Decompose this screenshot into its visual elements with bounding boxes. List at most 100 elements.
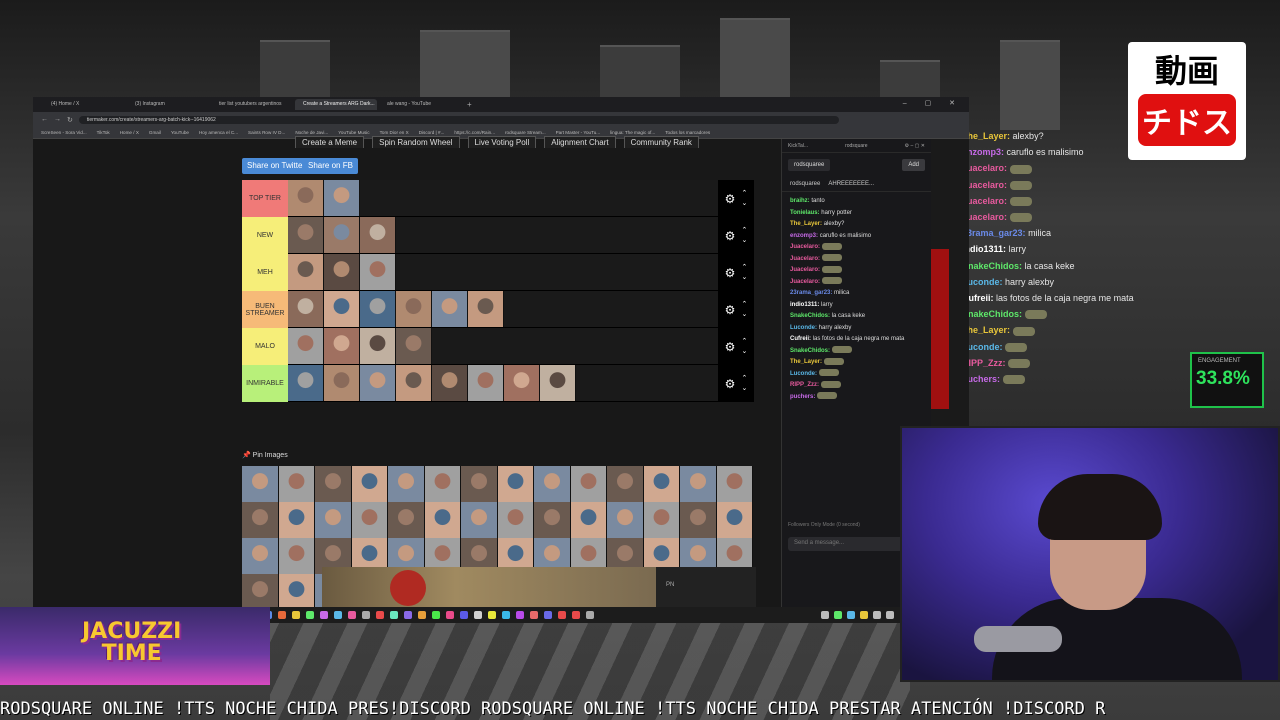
streamer-avatar[interactable] <box>424 466 461 502</box>
streamer-avatar[interactable] <box>324 254 360 290</box>
streamer-avatar[interactable] <box>388 502 425 538</box>
taskbar-app-icon[interactable] <box>404 611 412 619</box>
chevron-up-icon[interactable]: ⌃ <box>741 374 747 384</box>
taskbar-app-icon[interactable] <box>418 611 426 619</box>
streamer-avatar[interactable] <box>324 180 360 216</box>
streamer-avatar[interactable] <box>324 328 360 364</box>
chat-username[interactable]: braihz: <box>790 198 810 204</box>
chat-username[interactable]: 23rama_gar23: <box>962 228 1026 238</box>
kick-channel-tab[interactable]: rodsquaree <box>788 159 831 171</box>
taskbar-app-icon[interactable] <box>530 611 538 619</box>
gear-icon[interactable]: ⚙ <box>725 340 736 354</box>
streamer-avatar[interactable] <box>360 217 396 253</box>
chevron-down-icon[interactable]: ⌄ <box>741 199 747 209</box>
forward-icon[interactable]: → <box>54 116 61 123</box>
chat-username[interactable]: SnakeChidos: <box>962 261 1022 271</box>
streamer-avatar[interactable] <box>396 365 432 401</box>
streamer-avatar[interactable] <box>534 466 571 502</box>
chat-username[interactable]: Juacelaro: <box>790 267 820 273</box>
chat-username[interactable]: Luconde: <box>790 371 817 377</box>
streamer-avatar[interactable] <box>351 466 388 502</box>
streamer-avatar[interactable] <box>504 365 540 401</box>
taskbar-app-icon[interactable] <box>334 611 342 619</box>
tray-icon[interactable] <box>821 611 829 619</box>
chat-username[interactable]: indio1311: <box>790 302 819 308</box>
chat-username[interactable]: SnakeChidos: <box>790 313 830 319</box>
streamer-avatar[interactable] <box>461 502 498 538</box>
streamer-avatar[interactable] <box>315 502 352 538</box>
chat-username[interactable]: Juacelaro: <box>790 279 820 285</box>
taskbar-app-icon[interactable] <box>544 611 552 619</box>
kick-window-controls[interactable]: ⚙ – ▢ ✕ <box>905 143 925 149</box>
voting-poll-link[interactable]: Live Voting Poll <box>467 136 537 148</box>
bookmark-item[interactable]: lingua: The magic of... <box>610 130 655 135</box>
chat-username[interactable]: Juacelaro: <box>790 256 820 262</box>
chat-username[interactable]: The_Layer: <box>790 359 822 365</box>
streamer-avatar[interactable] <box>570 502 607 538</box>
streamer-avatar[interactable] <box>278 538 315 574</box>
chat-username[interactable]: RIPP_Zzz: <box>790 382 819 388</box>
streamer-avatar[interactable] <box>278 466 315 502</box>
chat-username[interactable]: The_Layer: <box>962 325 1010 335</box>
tab-youtube[interactable]: ale wang - YouTube <box>379 99 461 110</box>
streamer-avatar[interactable] <box>288 328 324 364</box>
streamer-avatar[interactable] <box>360 254 396 290</box>
window-controls[interactable]: – ▢ ✕ <box>903 99 963 107</box>
streamer-avatar[interactable] <box>288 254 324 290</box>
gear-icon[interactable]: ⚙ <box>725 377 736 391</box>
streamer-avatar[interactable] <box>324 365 360 401</box>
streamer-avatar[interactable] <box>432 365 468 401</box>
taskbar-app-icon[interactable] <box>488 611 496 619</box>
streamer-avatar[interactable] <box>278 574 315 610</box>
reload-icon[interactable]: ↻ <box>67 116 73 124</box>
bookmark-item[interactable]: Hoy amenca el C... <box>199 130 238 135</box>
taskbar-app-icon[interactable] <box>348 611 356 619</box>
chat-username[interactable]: The_Layer: <box>962 131 1010 141</box>
streamer-avatar[interactable] <box>288 365 324 401</box>
streamer-avatar[interactable] <box>534 502 571 538</box>
tray-icon[interactable] <box>873 611 881 619</box>
streamer-avatar[interactable] <box>288 217 324 253</box>
chevron-down-icon[interactable]: ⌄ <box>741 347 747 357</box>
bookmark-item[interactable]: Gmail <box>149 130 161 135</box>
chat-username[interactable]: SnakeChidos: <box>790 348 830 354</box>
bookmark-item[interactable]: Part Master - YouTu... <box>556 130 601 135</box>
tier-label[interactable]: TOP TIER <box>242 180 288 217</box>
streamer-avatar[interactable] <box>643 502 680 538</box>
streamer-avatar[interactable] <box>716 502 753 538</box>
chevron-down-icon[interactable]: ⌄ <box>741 236 747 246</box>
streamer-avatar[interactable] <box>607 466 644 502</box>
gear-icon[interactable]: ⚙ <box>725 192 736 206</box>
bookmark-item[interactable]: ScreSeen - Sora Vid... <box>41 130 87 135</box>
bookmark-item[interactable]: YouTube Music <box>338 130 369 135</box>
taskbar-app-icon[interactable] <box>306 611 314 619</box>
chevron-up-icon[interactable]: ⌃ <box>741 337 747 347</box>
taskbar-app-icon[interactable] <box>278 611 286 619</box>
chevron-down-icon[interactable]: ⌄ <box>741 310 747 320</box>
tier-label[interactable]: NEW <box>242 217 288 254</box>
add-channel-button[interactable]: Add <box>902 159 925 171</box>
chat-username[interactable]: Cufreii: <box>790 336 811 342</box>
community-rank-link[interactable]: Community Rank <box>623 136 699 148</box>
gear-icon[interactable]: ⚙ <box>725 229 736 243</box>
streamer-avatar[interactable] <box>278 502 315 538</box>
streamer-avatar[interactable] <box>643 466 680 502</box>
tab-search[interactable]: tier list youtubers argentinos <box>211 99 293 110</box>
bookmark-item[interactable]: Tom Dior en X <box>380 130 409 135</box>
bookmark-item[interactable]: Saints Row IV D... <box>248 130 285 135</box>
streamer-avatar[interactable] <box>680 502 717 538</box>
streamer-avatar[interactable] <box>360 328 396 364</box>
streamer-avatar[interactable] <box>242 538 279 574</box>
taskbar-app-icon[interactable] <box>460 611 468 619</box>
streamer-avatar[interactable] <box>360 365 396 401</box>
tier-label[interactable]: MEH <box>242 254 288 291</box>
chat-username[interactable]: The_Layer: <box>790 221 822 227</box>
chat-username[interactable]: puchers: <box>790 394 815 400</box>
streamer-avatar[interactable] <box>607 502 644 538</box>
chat-username[interactable]: 23rama_gar23: <box>790 290 832 296</box>
chevron-up-icon[interactable]: ⌃ <box>741 263 747 273</box>
streamer-avatar[interactable] <box>432 291 468 327</box>
bookmark-item[interactable]: YouTube <box>171 130 189 135</box>
chevron-down-icon[interactable]: ⌄ <box>741 273 747 283</box>
taskbar-app-icon[interactable] <box>572 611 580 619</box>
